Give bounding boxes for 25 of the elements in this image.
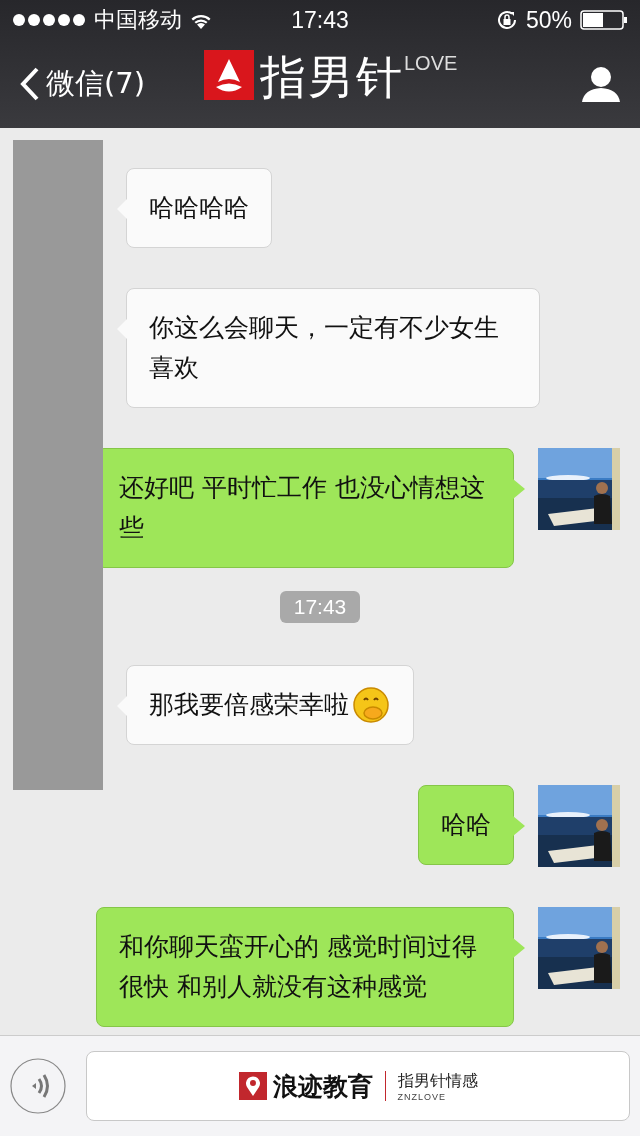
logo-text: 指男针 [260, 50, 404, 104]
back-button[interactable]: 微信(7) [20, 64, 146, 104]
brand-subtitle-latin: ZNZLOVE [397, 1091, 447, 1102]
message-text: 哈哈哈哈 [149, 192, 249, 224]
logo-superscript: LOVE [404, 52, 458, 75]
profile-icon[interactable] [582, 66, 620, 102]
status-time: 17:43 [291, 6, 349, 34]
back-chevron-icon [20, 67, 40, 101]
signal-icon [12, 13, 86, 27]
brand-subtitle: 指男针情感 [397, 1070, 478, 1092]
message-text: 还好吧 平时忙工作 也没心情想这些 [119, 472, 486, 544]
location-pin-icon [238, 1072, 267, 1100]
message-text: 和你聊天蛮开心的 感觉时间过得很快 和别人就没有这种感觉 [119, 931, 478, 1003]
voice-icon[interactable] [10, 1058, 66, 1114]
message-text: 哈哈 [441, 809, 491, 841]
carrier-name: 中国移动 [94, 6, 182, 34]
input-field[interactable]: 浪迹教育 指男针情感 ZNZLOVE [86, 1051, 630, 1121]
logo-mark-icon [204, 50, 254, 100]
battery-percent: 50% [525, 6, 572, 34]
brand-name: 浪迹教育 [272, 1070, 373, 1103]
message-text: 那我要倍感荣幸啦 [149, 689, 349, 721]
battery-icon [580, 10, 628, 30]
rotation-lock-icon [495, 9, 518, 31]
timestamp: 17:43 [279, 591, 361, 623]
message-text: 你这么会聊天，一定有不少女生喜欢 [149, 312, 500, 384]
